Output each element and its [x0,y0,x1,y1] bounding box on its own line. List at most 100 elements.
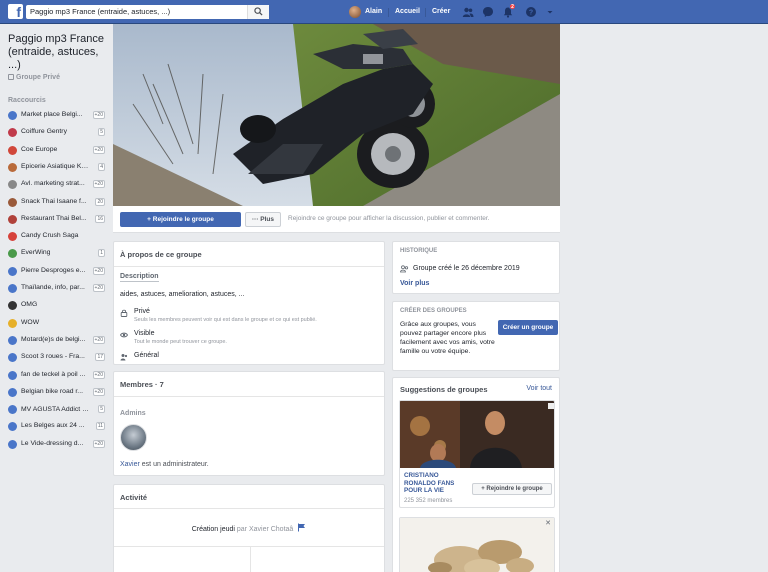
create-groups-card: CRÉER DES GROUPES Grâce aux groupes, vou… [392,301,560,371]
shortcut-label: Thaïlande, info, par... [21,284,85,291]
join-group-button[interactable]: + Rejoindre le groupe [120,212,241,227]
cover-image [113,24,560,206]
shortcut-count-badge: 5 [98,128,105,137]
stats-divider [250,546,251,572]
shortcut-icon [8,128,17,138]
create-group-button[interactable]: Créer un groupe [498,320,558,335]
create-groups-text: Grâce aux groupes, vous pouvez partager … [400,321,495,355]
divider [114,396,384,397]
top-navigation-bar: f Paggio mp3 France (entraide, astuces, … [0,0,768,24]
shortcut-item[interactable]: Restaurant Thai Bel... 16 [8,214,105,226]
group-category-icon [120,354,128,361]
suggested-group-members: 225 352 membres [404,498,453,504]
shortcut-label: Scoot 3 roues - Fra... [21,353,85,361]
shortcut-item[interactable]: Thaïlande, info, par... +20 [8,283,105,295]
shortcut-item[interactable]: Belgian bike road r... +20 [8,387,105,399]
shortcut-item[interactable]: fan de teckel à poil ... +20 [8,370,105,382]
shortcut-label: Epicerie Asiatique Ka... [21,162,89,170]
activity-title: Activité [120,493,148,502]
creation-prefix: Création [191,526,219,533]
shortcut-item[interactable]: Le Vide-dressing d... +20 [8,439,105,451]
profile-link[interactable]: Alain [365,0,382,24]
shortcut-count-badge: 1 [98,249,105,258]
groups-icon [400,265,409,273]
suggested-group[interactable]: ✕ [399,517,555,572]
suggested-group[interactable]: CRISTIANO RONALDO FANS POUR LA VIE 225 3… [399,400,555,508]
more-button[interactable]: ··· Plus [245,212,281,227]
shortcut-item[interactable]: Scoot 3 roues - Fra... 17 [8,352,105,364]
group-cover-photo[interactable] [113,24,560,206]
shortcut-item[interactable]: Les Belges aux 24 ... 11 [8,421,105,433]
creation-day: jeudi [220,526,235,533]
shortcut-item[interactable]: Motard(e)s de belgi... +20 [8,335,105,347]
admin-note: Xavier est un administrateur. [120,461,209,468]
shortcut-item[interactable]: EverWing 1 [8,248,105,260]
admin-avatar[interactable] [120,424,147,451]
shortcut-label: Les Belges aux 24 ... [21,422,85,430]
shortcut-label: fan de teckel à poil ... [21,370,86,378]
history-heading: HISTORIQUE [400,248,438,254]
shortcut-icon [8,145,17,155]
home-link[interactable]: Accueil [395,0,420,24]
admin-name-link[interactable]: Xavier [120,461,140,468]
shortcut-icon [8,180,17,190]
group-suggestions-card: Suggestions de groupes Voir tout CRISTIA… [392,377,560,572]
shortcut-item[interactable]: Avl. marketing strat... +20 [8,179,105,191]
description-label: Description [120,273,159,282]
creation-author[interactable]: par Xavier Chotaâ [237,526,293,533]
shortcut-item[interactable]: OMG [8,300,105,312]
description-text: aides, astuces, amelioration, astuces, .… [120,291,245,298]
suggested-group-name[interactable]: CRISTIANO RONALDO FANS POUR LA VIE [404,472,466,495]
shortcut-item[interactable]: Epicerie Asiatique Ka... 4 [8,162,105,174]
shortcut-item[interactable]: MV AGUSTA Addict 🇮🇹 5 [8,404,105,416]
suggested-group-photo [400,401,554,468]
shortcut-label: Candy Crush Saga [21,232,79,240]
members-card: Membres · 7 Admins Xavier est un adminis… [113,371,385,476]
history-text: Groupe créé le 26 décembre 2019 [413,265,520,272]
shortcut-item[interactable]: Candy Crush Saga [8,231,105,243]
eye-icon [120,332,128,338]
see-more-link[interactable]: Voir plus [400,280,429,287]
suggestions-title: Suggestions de groupes [400,385,488,394]
shortcut-icon [8,284,17,293]
see-all-link[interactable]: Voir tout [526,385,552,392]
shortcut-icon [8,387,17,397]
group-title[interactable]: Paggio mp3 France (entraide, astuces, ..… [8,33,112,72]
suggested-join-button[interactable]: + Rejoindre le groupe [472,483,552,495]
shortcut-icon [8,422,17,432]
user-avatar[interactable] [349,6,361,18]
shortcut-item[interactable]: Snack Thai Isaane f... 20 [8,197,105,209]
help-icon[interactable]: ? [525,6,537,18]
create-link[interactable]: Créer [432,0,450,24]
admins-label: Admins [120,410,146,417]
search-input[interactable]: Paggio mp3 France (entraide, astuces, ..… [26,5,269,19]
suggested-group-photo [400,518,554,572]
shortcut-item[interactable]: Market place Belgi... +20 [8,110,105,122]
shortcut-icon [8,232,17,242]
members-title[interactable]: Membres · 7 [120,380,164,389]
private-title: Privé [134,308,150,315]
creation-line: Création jeudi par Xavier Chotaâ [114,523,384,533]
shortcuts-heading: Raccourcis [8,97,46,104]
shortcut-icon [8,214,17,224]
shortcut-icon [8,439,17,449]
shortcut-count-badge: +20 [92,284,105,292]
shortcut-item[interactable]: Pierre Desproges e... +20 [8,266,105,278]
shortcut-item[interactable]: Coe Europe +20 [8,145,105,157]
shortcut-icon [8,405,17,415]
facebook-logo-icon[interactable]: f [8,4,23,19]
shortcut-item[interactable]: WOW [8,318,105,330]
close-icon[interactable]: ✕ [545,519,551,527]
shortcut-item[interactable]: Coiffure Gentry 5 [8,127,105,139]
shortcut-label: Restaurant Thai Bel... [21,214,87,222]
search-button[interactable] [247,5,269,19]
visible-subtitle: Tout le monde peut trouver ce groupe. [134,339,227,345]
activity-card: Activité Création jeudi par Xavier Chota… [113,484,385,572]
friend-requests-icon[interactable] [462,6,474,18]
shortcut-icon [8,249,17,259]
shortcut-count-badge: 20 [95,197,105,206]
shortcut-count-badge: +20 [92,111,105,119]
messenger-icon[interactable] [482,6,494,18]
chevron-down-icon[interactable] [544,6,556,18]
shortcut-count-badge: +20 [92,266,105,275]
